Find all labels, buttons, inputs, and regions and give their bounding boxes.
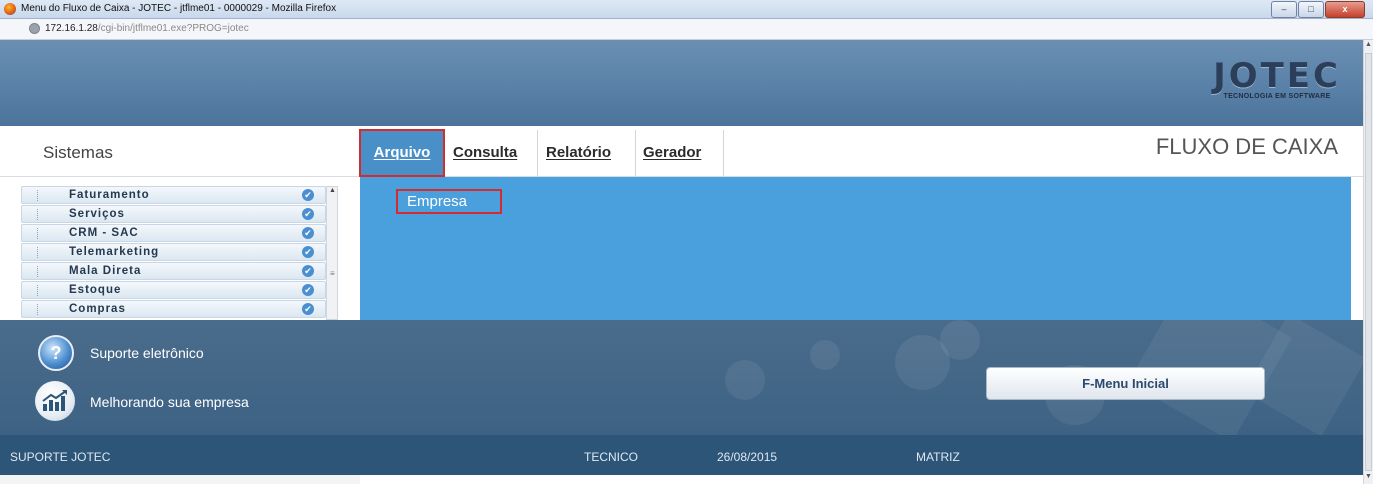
- status-date: 26/08/2015: [717, 450, 778, 464]
- system-item-label: Estoque: [69, 284, 122, 296]
- minimize-button[interactable]: –: [1271, 1, 1297, 18]
- system-item-label: Mala Direta: [69, 265, 142, 277]
- drag-grip-icon: [37, 247, 41, 258]
- system-item-label: CRM - SAC: [69, 227, 139, 239]
- firefox-icon: [4, 3, 16, 15]
- globe-icon: [29, 23, 40, 34]
- url-host: 172.16.1.28: [45, 23, 98, 34]
- system-item-label: Serviços: [69, 208, 125, 220]
- menu-relatorio[interactable]: Relatório: [546, 130, 611, 176]
- support-link[interactable]: Suporte eletrônico: [90, 345, 204, 361]
- menu-gerador[interactable]: Gerador: [643, 130, 701, 176]
- drag-grip-icon: [37, 285, 41, 296]
- sistemas-label: Sistemas: [43, 143, 113, 162]
- jotec-logo: JOTEC TECNOLOGIA EM SOFTWARE: [1213, 56, 1341, 100]
- menu-divider: [723, 130, 724, 176]
- systems-panel: Faturamento ✔ Serviços ✔ CRM - SAC ✔ Telema…: [0, 177, 360, 320]
- support-icon[interactable]: ?: [38, 335, 74, 371]
- system-item-compras[interactable]: Compras ✔: [21, 300, 326, 318]
- check-icon: ✔: [302, 284, 314, 296]
- drag-grip-icon: [37, 228, 41, 239]
- status-bar: SUPORTE JOTEC TECNICO 26/08/2015 MATRIZ: [0, 435, 1363, 475]
- scroll-thumb[interactable]: [1365, 53, 1372, 471]
- systems-list: Faturamento ✔ Serviços ✔ CRM - SAC ✔ Telema…: [21, 186, 326, 319]
- maximize-button[interactable]: □: [1298, 1, 1324, 18]
- window-controls: – □ x: [1271, 1, 1365, 18]
- check-icon: ✔: [302, 189, 314, 201]
- scroll-up-icon[interactable]: ▲: [1365, 41, 1372, 48]
- logo-word: JOTEC: [1213, 56, 1341, 96]
- bottom-strip-right: [360, 475, 1363, 484]
- menu-bar: Sistemas Arquivo Consulta Relatório Gera…: [0, 126, 1363, 177]
- footer-banner: ? Suporte eletrônico Melhorando sua empr…: [0, 320, 1363, 435]
- check-icon: ✔: [302, 227, 314, 239]
- check-icon: ✔: [302, 265, 314, 277]
- menu-item-empresa[interactable]: Empresa: [396, 189, 502, 214]
- menu-divider: [537, 130, 538, 176]
- system-item-servicos[interactable]: Serviços ✔: [21, 205, 326, 223]
- menu-consulta[interactable]: Consulta: [453, 130, 517, 176]
- content-area: Empresa: [360, 177, 1351, 320]
- growth-chart-icon[interactable]: [35, 381, 75, 421]
- window-titlebar: Menu do Fluxo de Caixa - JOTEC - jtflme0…: [0, 0, 1373, 19]
- bottom-strip: [0, 475, 1363, 484]
- menu-divider: [635, 130, 636, 176]
- decor-circle: [810, 340, 840, 370]
- system-item-mala-direta[interactable]: Mala Direta ✔: [21, 262, 326, 280]
- check-icon: ✔: [302, 303, 314, 315]
- scroll-down-icon[interactable]: ▼: [1365, 473, 1372, 480]
- window-title: Menu do Fluxo de Caixa - JOTEC - jtflme0…: [21, 3, 337, 14]
- top-banner: JOTEC TECNOLOGIA EM SOFTWARE: [0, 40, 1363, 126]
- system-item-crm-sac[interactable]: CRM - SAC ✔: [21, 224, 326, 242]
- system-item-telemarketing[interactable]: Telemarketing ✔: [21, 243, 326, 261]
- decor-circle: [725, 360, 765, 400]
- drag-grip-icon: [37, 304, 41, 315]
- main-menu-button[interactable]: F-Menu Inicial: [986, 367, 1265, 400]
- drag-grip-icon: [37, 209, 41, 220]
- status-user: SUPORTE JOTEC: [10, 450, 111, 464]
- url-text[interactable]: 172.16.1.28/cgi-bin/jtflme01.exe?PROG=jo…: [45, 23, 249, 34]
- improve-link[interactable]: Melhorando sua empresa: [90, 394, 249, 410]
- system-item-label: Faturamento: [69, 189, 150, 201]
- systems-scrollbar[interactable]: ▲ ≡: [326, 186, 338, 320]
- status-branch: MATRIZ: [916, 450, 960, 464]
- module-title: FLUXO DE CAIXA: [1155, 134, 1338, 159]
- system-item-label: Compras: [69, 303, 126, 315]
- address-bar[interactable]: 172.16.1.28/cgi-bin/jtflme01.exe?PROG=jo…: [0, 19, 1373, 40]
- system-item-estoque[interactable]: Estoque ✔: [21, 281, 326, 299]
- system-item-label: Telemarketing: [69, 246, 160, 258]
- app-page: JOTEC TECNOLOGIA EM SOFTWARE Sistemas Ar…: [0, 40, 1363, 484]
- close-button[interactable]: x: [1325, 1, 1365, 18]
- scroll-up-icon[interactable]: ▲: [329, 187, 336, 194]
- url-path: /cgi-bin/jtflme01.exe?PROG=jotec: [97, 23, 249, 34]
- page-scrollbar[interactable]: ▲ ▼: [1363, 40, 1373, 484]
- decor-circle: [940, 320, 980, 360]
- scroll-grip-icon: ≡: [330, 269, 335, 278]
- logo-tagline: TECNOLOGIA EM SOFTWARE: [1223, 93, 1331, 100]
- drag-grip-icon: [37, 266, 41, 277]
- check-icon: ✔: [302, 208, 314, 220]
- system-item-faturamento[interactable]: Faturamento ✔: [21, 186, 326, 204]
- menu-arquivo[interactable]: Arquivo: [359, 129, 445, 177]
- check-icon: ✔: [302, 246, 314, 258]
- status-role: TECNICO: [584, 450, 638, 464]
- drag-grip-icon: [37, 190, 41, 201]
